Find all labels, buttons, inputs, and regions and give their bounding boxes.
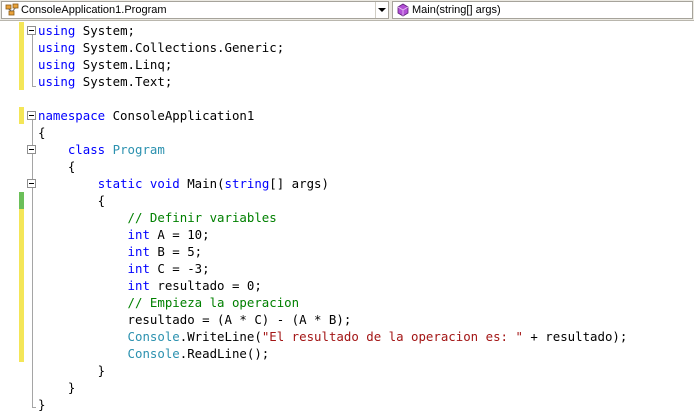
collapse-using-toggle[interactable] — [27, 26, 36, 35]
code-line[interactable]: // Definir variables — [38, 209, 277, 226]
code-line[interactable]: int B = 5; — [38, 243, 203, 260]
code-line[interactable]: { — [38, 158, 75, 175]
code-token: resultado = (A * C) - (A * B); — [38, 312, 352, 327]
keyword-token: int — [127, 261, 150, 276]
collapse-namespace-toggle[interactable] — [27, 111, 36, 120]
method-icon — [397, 3, 409, 17]
unsaved-change-bar — [19, 22, 24, 90]
keyword-token: void — [149, 176, 180, 191]
keyword-token: namespace — [38, 108, 106, 123]
code-token: } — [38, 380, 76, 395]
member-dropdown[interactable]: Main(string[] args) — [392, 1, 693, 19]
keyword-token: static — [97, 176, 143, 191]
code-token: .ReadLine(); — [179, 346, 270, 361]
code-line[interactable]: int resultado = 0; — [38, 277, 262, 294]
collapse-class-toggle[interactable] — [27, 145, 36, 154]
code-token: { — [38, 193, 106, 208]
keyword-token: using — [38, 23, 76, 38]
member-dropdown-value: Main(string[] args) — [412, 4, 501, 16]
code-line[interactable]: // Empieza la operacion — [38, 294, 300, 311]
code-editor[interactable]: using System; using System.Collections.G… — [0, 21, 694, 418]
keyword-token: int — [127, 227, 150, 242]
code-token: A = 10; — [149, 227, 210, 242]
code-line[interactable]: } — [38, 379, 75, 396]
code-token: { — [38, 125, 46, 140]
code-line[interactable]: } — [38, 396, 45, 413]
keyword-token: using — [38, 57, 76, 72]
keyword-token: using — [38, 74, 76, 89]
keyword-token: using — [38, 40, 76, 55]
collapse-method-toggle[interactable] — [27, 179, 36, 188]
saved-change-bar — [19, 192, 24, 209]
type-token: Console — [127, 346, 180, 361]
code-line[interactable]: { — [38, 192, 105, 209]
keyword-token: int — [127, 244, 150, 259]
keyword-token: class — [67, 142, 106, 157]
code-token: Main( — [179, 176, 225, 191]
code-token: ConsoleApplication1 — [105, 108, 255, 123]
outline-guide — [32, 120, 33, 408]
code-token: .WriteLine( — [179, 329, 262, 344]
code-token: } — [38, 397, 46, 412]
comment-token: // Empieza la operacion — [127, 295, 300, 310]
code-line[interactable]: namespace ConsoleApplication1 — [38, 107, 254, 124]
keyword-token: int — [127, 278, 150, 293]
code-line[interactable]: static void Main(string[] args) — [38, 175, 329, 192]
code-line[interactable]: using System; — [38, 22, 135, 39]
outline-end-tick — [32, 86, 36, 87]
type-dropdown-value: ConsoleApplication1.Program — [21, 4, 167, 16]
navigation-bar: ConsoleApplication1.Program Main(string[… — [0, 0, 694, 21]
code-token: System.Text; — [75, 74, 173, 89]
code-token: System; — [75, 23, 135, 38]
code-line[interactable]: Console.ReadLine(); — [38, 345, 270, 362]
code-line[interactable]: } — [38, 362, 105, 379]
unsaved-change-bar — [19, 209, 24, 362]
code-line[interactable]: using System.Linq; — [38, 56, 172, 73]
comment-token: // Definir variables — [127, 210, 277, 225]
type-dropdown[interactable]: ConsoleApplication1.Program — [1, 1, 389, 19]
type-token: Console — [127, 329, 180, 344]
unsaved-change-bar — [19, 107, 24, 124]
code-line[interactable]: using System.Collections.Generic; — [38, 39, 284, 56]
type-token: Program — [112, 142, 165, 157]
outline-guide — [32, 35, 33, 87]
code-line[interactable]: { — [38, 124, 45, 141]
code-token: System.Linq; — [75, 57, 173, 72]
code-line[interactable]: using System.Text; — [38, 73, 172, 90]
code-line[interactable]: int A = 10; — [38, 226, 210, 243]
code-line[interactable]: resultado = (A * C) - (A * B); — [38, 311, 352, 328]
code-token: + resultado); — [522, 329, 628, 344]
outline-end-tick — [32, 407, 36, 408]
string-token: "El resultado de la operacion es: " — [261, 329, 523, 344]
code-token: } — [38, 363, 106, 378]
code-token: resultado = 0; — [149, 278, 262, 293]
keyword-token: string — [224, 176, 270, 191]
class-icon — [5, 3, 19, 16]
code-token: [] args) — [269, 176, 329, 191]
code-token: { — [38, 159, 76, 174]
code-token: System.Collections.Generic; — [75, 40, 285, 55]
code-line[interactable]: Console.WriteLine("El resultado de la op… — [38, 328, 628, 345]
chevron-down-icon[interactable] — [375, 2, 388, 18]
code-token: B = 5; — [149, 244, 203, 259]
code-line[interactable]: int C = -3; — [38, 260, 210, 277]
code-token: C = -3; — [149, 261, 210, 276]
code-line[interactable]: class Program — [38, 141, 165, 158]
